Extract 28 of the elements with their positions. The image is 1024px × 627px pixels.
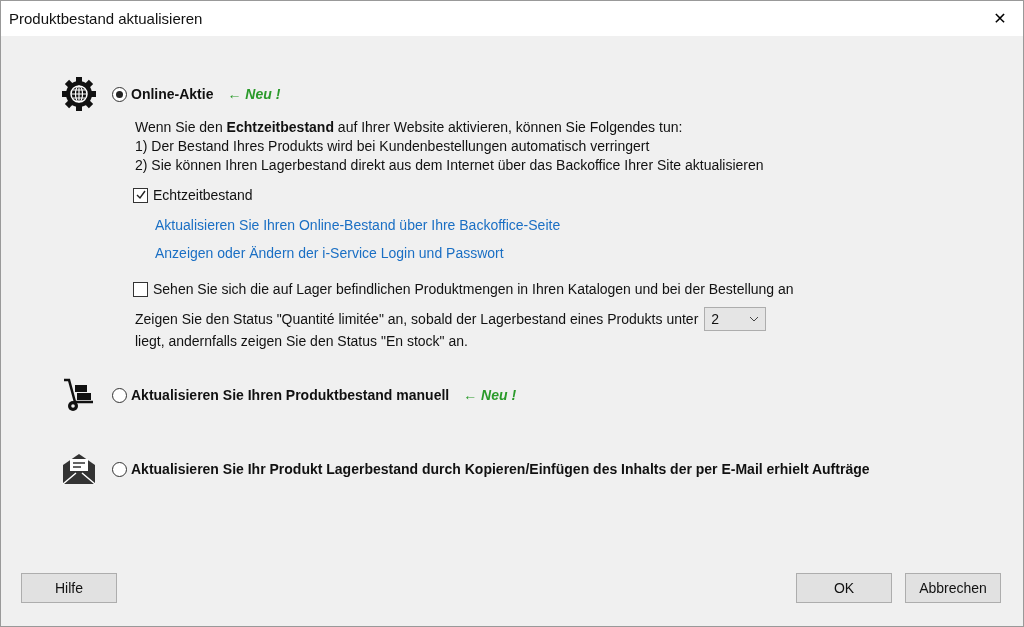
threshold-dropdown[interactable]: 2 [704, 307, 767, 331]
cancel-button[interactable]: Abbrechen [905, 573, 1001, 603]
help-button[interactable]: Hilfe [21, 573, 117, 603]
checkbox-label: Sehen Sie sich die auf Lager befindlichen Produktmengen in Ihren Katalogen und bei der Bestellung an [153, 281, 794, 297]
checkbox-label: Echtzeitbestand [153, 187, 253, 203]
link[interactable]: Anzeigen oder Ändern der i-Service Login und Passwort [155, 245, 504, 261]
new-label: ← Neu ! [227, 86, 281, 102]
description-text: Wenn Sie den Echtzeitbestand auf Ihrer Website aktivieren, können Sie Folgendes tun: [135, 118, 684, 137]
gear-globe-icon [61, 76, 97, 112]
radio-button[interactable] [112, 461, 127, 477]
description-text: 1) Der Bestand Ihres Produkts wird bei Kundenbestellungen automatisch verringert [135, 137, 651, 156]
caret-icon [749, 316, 760, 322]
envelope-message-icon [61, 451, 97, 487]
option-label: Aktualisieren Sie Ihren Produktbestand manuell [131, 387, 450, 403]
close-button[interactable]: ✕ [977, 1, 1023, 36]
option-label: Aktualisieren Sie Ihr Produkt Lagerbestand durch Kopieren/Einfügen des Inhalts der per E-Mail erhielt Aufträge [131, 461, 870, 477]
checkbox[interactable] [133, 281, 148, 297]
new-label: ← Neu ! [463, 387, 517, 403]
description-text: 2) Sie können Ihren Lagerbestand direkt aus dem Internet über das Backoffice Ihrer Site aktualisieren [135, 156, 765, 175]
link[interactable]: Aktualisieren Sie Ihren Online-Bestand über Ihre Backoffice-Seite [155, 217, 561, 233]
radio-button[interactable] [112, 86, 127, 102]
checkbox[interactable] [133, 187, 148, 203]
status-text: Zeigen Sie den Status "Quantité limitée" an, sobald der Lagerbestand eines Produkts unter [135, 311, 699, 327]
option-label: Online-Aktie [131, 86, 214, 102]
status-text: liegt, andernfalls zeigen Sie den Status "En stock" an. [135, 333, 469, 349]
window-title: Produktbestand aktualisieren [9, 10, 204, 27]
ok-button[interactable]: OK [796, 573, 892, 603]
radio-button[interactable] [112, 387, 127, 403]
